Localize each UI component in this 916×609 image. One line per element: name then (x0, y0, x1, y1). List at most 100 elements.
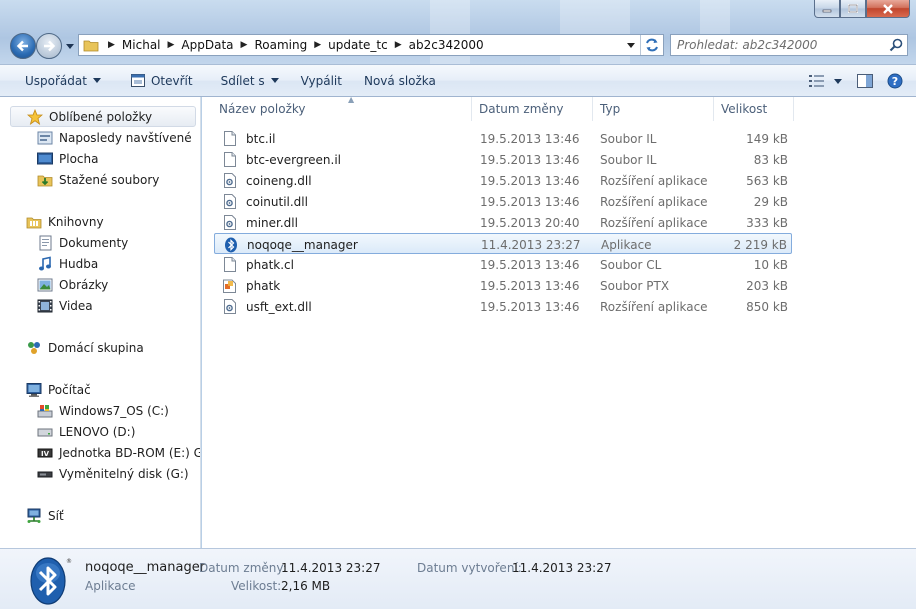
sidebar-item-label: Oblíbené položky (49, 109, 153, 124)
network-icon (26, 508, 42, 524)
share-with-button[interactable]: Sdílet s (212, 69, 288, 93)
table-row[interactable]: phatk.cl 19.5.2013 13:46 Soubor CL 10 kB (214, 254, 792, 275)
file-type: Soubor IL (600, 131, 657, 146)
sidebar-item-downloads[interactable]: Stažené soubory (37, 169, 159, 190)
burn-button[interactable]: Vypálit (292, 69, 351, 93)
arrow-left-icon (16, 40, 28, 52)
breadcrumb-item[interactable]: update_tc (328, 38, 388, 52)
videos-icon (37, 298, 53, 314)
breadcrumb-item[interactable]: Michal (122, 38, 161, 52)
sidebar-item-network[interactable]: Síť (26, 505, 64, 526)
sidebar-item-label: Plocha (59, 151, 99, 166)
sidebar-item-videos[interactable]: Videa (37, 295, 93, 316)
chevron-down-icon (270, 78, 279, 83)
sidebar-item-favorites[interactable]: Oblíbené položky (10, 106, 196, 127)
sidebar-item-label: Síť (48, 508, 64, 523)
details-created-value: 11.4.2013 23:27 (512, 561, 612, 575)
file-size: 29 kB (753, 194, 788, 209)
recent-locations-button[interactable] (64, 39, 76, 53)
column-header-name[interactable]: Název položky ▲ (212, 95, 472, 121)
file-date: 11.4.2013 23:27 (481, 237, 581, 252)
change-view-button[interactable] (804, 69, 830, 93)
column-header-date[interactable]: Datum změny (472, 97, 593, 121)
search-placeholder: Prohledat: ab2c342000 (677, 38, 818, 52)
file-name: usft_ext.dll (246, 299, 312, 314)
sidebar-item-homegroup[interactable]: Domácí skupina (26, 337, 144, 358)
sidebar-item-drive-g[interactable]: Vyměnitelný disk (G:) (37, 463, 189, 484)
breadcrumb-separator[interactable]: ▶ (234, 40, 255, 50)
bluetooth-icon (223, 237, 239, 253)
breadcrumb-separator[interactable]: ▶ (307, 40, 328, 50)
column-header-type[interactable]: Typ (593, 97, 714, 121)
maximize-button[interactable] (840, 0, 866, 18)
sidebar-item-label: Počítač (48, 382, 91, 397)
breadcrumb-separator[interactable]: ▶ (388, 40, 409, 50)
address-bar[interactable]: ▶ Michal ▶ AppData ▶ Roaming ▶ update_tc… (78, 34, 664, 56)
back-button[interactable] (10, 33, 36, 59)
search-icon[interactable] (889, 38, 903, 55)
file-date: 19.5.2013 20:40 (480, 215, 580, 230)
open-button[interactable]: Otevřít (122, 69, 202, 93)
sidebar-item-label: Domácí skupina (48, 340, 144, 355)
file-type: Rozšíření aplikace (600, 215, 708, 230)
new-folder-button[interactable]: Nová složka (355, 69, 445, 93)
sidebar-item-drive-d[interactable]: LENOVO (D:) (37, 421, 135, 442)
table-row[interactable]: btc.il 19.5.2013 13:46 Soubor IL 149 kB (214, 128, 792, 149)
file-name: btc.il (246, 131, 276, 146)
column-header-label: Název položky (219, 102, 306, 116)
sidebar-item-drive-e[interactable]: IV Jednotka BD-ROM (E:) GTA (37, 442, 200, 463)
refresh-button[interactable] (640, 35, 663, 55)
breadcrumb-item[interactable]: AppData (181, 38, 233, 52)
organize-button[interactable]: Uspořádat (16, 69, 110, 93)
file-icon (222, 257, 238, 273)
breadcrumb-item[interactable]: Roaming (254, 38, 307, 52)
sidebar-item-label: Stažené soubory (59, 172, 160, 187)
address-dropdown-button[interactable] (623, 35, 639, 55)
close-button[interactable] (866, 0, 910, 18)
sidebar-item-label: Obrázky (59, 277, 109, 292)
help-button[interactable]: ? (882, 69, 908, 93)
sidebar-item-label: Hudba (59, 256, 99, 271)
sidebar-item-computer[interactable]: Počítač (26, 379, 91, 400)
documents-icon (37, 235, 53, 251)
sidebar-item-libraries[interactable]: Knihovny (26, 211, 104, 232)
sidebar-item-label: Naposledy navštívené (59, 130, 192, 145)
application-icon (130, 74, 145, 87)
details-file-type: Aplikace (85, 579, 136, 593)
file-size: 10 kB (753, 257, 788, 272)
breadcrumb-item[interactable]: ab2c342000 (409, 38, 484, 52)
table-row[interactable]: btc-evergreen.il 19.5.2013 13:46 Soubor … (214, 149, 792, 170)
file-date: 19.5.2013 13:46 (480, 131, 580, 146)
table-row[interactable]: coinutil.dll 19.5.2013 13:46 Rozšíření a… (214, 191, 792, 212)
sidebar-item-pictures[interactable]: Obrázky (37, 274, 108, 295)
sidebar-item-music[interactable]: Hudba (37, 253, 98, 274)
sidebar-item-recent-places[interactable]: Naposledy navštívené (37, 127, 192, 148)
sidebar-item-label: Windows7_OS (C:) (59, 403, 169, 418)
table-row[interactable]: usft_ext.dll 19.5.2013 13:46 Rozšíření a… (214, 296, 792, 317)
column-headers: Název položky ▲ Datum změny Typ Velikost (212, 95, 912, 121)
table-row-selected[interactable]: noqoqe__manager 11.4.2013 23:27 Aplikace… (214, 233, 792, 254)
preview-pane-button[interactable] (852, 69, 878, 93)
forward-button[interactable] (36, 33, 62, 59)
search-input[interactable]: Prohledat: ab2c342000 (670, 34, 908, 56)
music-icon (37, 256, 53, 272)
column-header-size[interactable]: Velikost (714, 97, 794, 121)
file-date: 19.5.2013 13:46 (480, 152, 580, 167)
sort-ascending-icon: ▲ (348, 95, 355, 104)
sidebar-item-desktop[interactable]: Plocha (37, 148, 98, 169)
sidebar-item-label: Jednotka BD-ROM (E:) GTA (59, 445, 200, 460)
svg-text:?: ? (892, 75, 898, 88)
table-row[interactable]: miner.dll 19.5.2013 20:40 Rozšíření apli… (214, 212, 792, 233)
bluetooth-icon: ® (28, 555, 72, 605)
minimize-button[interactable] (814, 0, 840, 18)
arrow-right-icon (44, 40, 56, 52)
pictures-icon (37, 277, 53, 293)
sidebar-item-documents[interactable]: Dokumenty (37, 232, 128, 253)
view-options-dropdown[interactable] (830, 69, 846, 93)
table-row[interactable]: coineng.dll 19.5.2013 13:46 Rozšíření ap… (214, 170, 792, 191)
folder-icon (81, 35, 101, 55)
view-controls: ? (804, 69, 908, 93)
breadcrumb-separator[interactable]: ▶ (161, 40, 182, 50)
sidebar-item-drive-c[interactable]: Windows7_OS (C:) (37, 400, 169, 421)
table-row[interactable]: phatk 19.5.2013 13:46 Soubor PTX 203 kB (214, 275, 792, 296)
